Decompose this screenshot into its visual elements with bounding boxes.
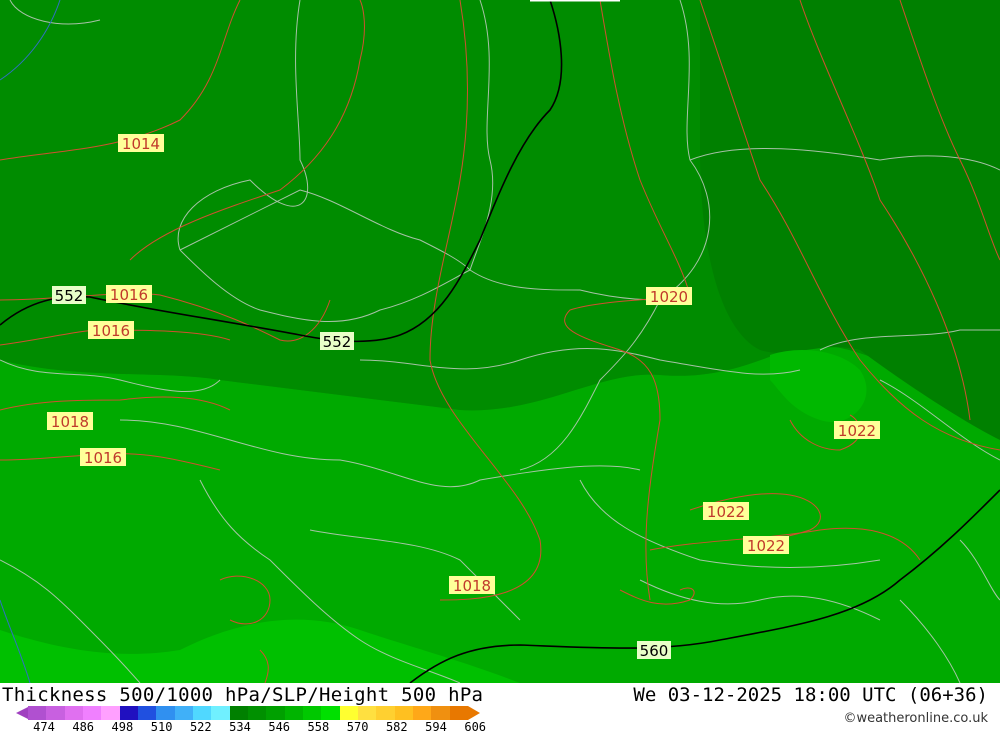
color-scale-segment <box>321 706 340 720</box>
isobar-label: 1016 <box>80 448 126 467</box>
color-scale-segment <box>449 706 468 720</box>
color-scale-segment <box>101 706 120 720</box>
color-scale-segment <box>394 706 413 720</box>
isobar-label: 1020 <box>646 287 692 306</box>
color-scale-segment <box>46 706 65 720</box>
color-scale-tick: 546 <box>268 720 291 734</box>
color-scale-segment <box>192 706 212 720</box>
color-scale-segment <box>247 706 267 720</box>
color-scale-tick: 510 <box>150 720 173 734</box>
svg-text:1022: 1022 <box>838 422 876 440</box>
color-scale-tick: 474 <box>33 720 55 734</box>
color-scale-tick: 486 <box>72 720 95 734</box>
svg-text:1016: 1016 <box>92 322 130 340</box>
isobar-label: 1022 <box>703 502 749 521</box>
svg-text:1022: 1022 <box>707 503 745 521</box>
isobar-label: 1018 <box>449 576 495 595</box>
svg-text:552: 552 <box>323 333 352 351</box>
color-scale-segment <box>357 706 377 720</box>
height-label: 552 <box>320 332 354 351</box>
color-scale-segment <box>82 706 102 720</box>
color-scale-segment <box>137 706 157 720</box>
color-scale-segment <box>412 706 432 720</box>
color-scale-segment <box>174 706 193 720</box>
color-scale-tick: 606 <box>464 720 487 734</box>
color-scale-tick: 594 <box>425 720 447 734</box>
color-scale-tick: 570 <box>346 720 369 734</box>
svg-text:1018: 1018 <box>453 577 491 595</box>
color-scale-segment <box>339 706 358 720</box>
color-scale-tick: 498 <box>111 720 134 734</box>
map-title: Thickness 500/1000 hPa/SLP/Height 500 hP… <box>2 684 484 706</box>
svg-text:1020: 1020 <box>650 288 688 306</box>
svg-text:1018: 1018 <box>51 413 89 431</box>
color-scale-segment <box>376 706 395 720</box>
height-label: 560 <box>637 641 671 660</box>
svg-text:552: 552 <box>55 287 84 305</box>
color-scale-segment <box>156 706 175 720</box>
isobar-label: 1014 <box>118 134 164 153</box>
svg-text:1014: 1014 <box>122 135 160 153</box>
color-scale-segment <box>266 706 285 720</box>
isobar-label: 1022 <box>834 421 880 440</box>
svg-text:1016: 1016 <box>84 449 122 467</box>
color-scale-tick: 582 <box>385 720 408 734</box>
isobar-label: 1016 <box>106 285 152 304</box>
color-scale-segment <box>211 706 230 720</box>
isobar-label: 1018 <box>47 412 93 431</box>
isobar-label: 1022 <box>743 536 789 555</box>
isobar-label: 1016 <box>88 321 134 340</box>
color-scale-segment <box>284 706 303 720</box>
height-label: 552 <box>52 286 86 305</box>
color-scale-tick: 534 <box>229 720 251 734</box>
scale-right-arrow-icon <box>468 706 480 720</box>
color-scale-tick: 522 <box>189 720 212 734</box>
color-scale-segment <box>64 706 83 720</box>
color-scale-segment <box>431 706 450 720</box>
color-scale-segment <box>229 706 248 720</box>
color-scale-segment <box>302 706 322 720</box>
map-datetime: We 03-12-2025 18:00 UTC (06+36) <box>633 684 988 706</box>
svg-text:1022: 1022 <box>747 537 785 555</box>
color-scale-segment <box>119 706 138 720</box>
svg-text:560: 560 <box>640 642 669 660</box>
color-scale-tick: 558 <box>307 720 330 734</box>
weather-map: 1014 1016 1016 1016 1018 1018 1020 1022 … <box>0 0 1000 683</box>
color-scale <box>28 706 468 720</box>
color-scale-segment <box>28 706 47 720</box>
color-scale-ticks: 474 486 498 510 522 534 546 558 570 582 594 606 <box>26 720 506 734</box>
svg-text:1016: 1016 <box>110 286 148 304</box>
credit-link[interactable]: ©weatheronline.co.uk <box>843 711 988 726</box>
